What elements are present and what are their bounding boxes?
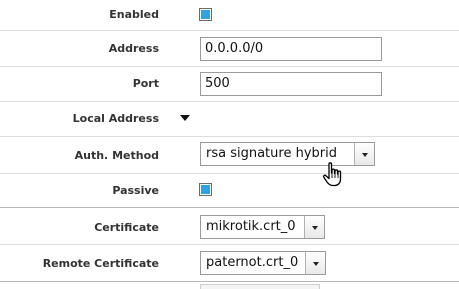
row-address: Address 0.0.0.0/0 — [0, 31, 459, 67]
auth-method-select[interactable]: rsa signature hybrid — [200, 142, 375, 166]
passive-label: Passive — [112, 184, 159, 197]
certificate-value: mikrotik.crt_0 — [206, 219, 296, 234]
local-address-label: Local Address — [72, 112, 159, 125]
remote-certificate-value: paternot.crt_0 — [206, 255, 299, 270]
chevron-down-icon — [313, 262, 319, 266]
address-input[interactable]: 0.0.0.0/0 — [200, 37, 382, 61]
row-enabled: Enabled — [0, 0, 459, 31]
next-field-partial — [200, 284, 320, 289]
port-label: Port — [132, 77, 159, 90]
auth-method-label: Auth. Method — [74, 149, 159, 162]
chevron-down-icon — [312, 226, 318, 230]
passive-checkbox[interactable] — [199, 183, 212, 196]
auth-method-dropdown-button[interactable] — [354, 143, 374, 165]
row-remote-certificate: Remote Certificate paternot.crt_0 — [0, 245, 459, 282]
hand-pointer-icon — [322, 162, 342, 187]
port-input[interactable]: 500 — [200, 72, 382, 96]
enabled-checkbox[interactable] — [199, 8, 212, 21]
chevron-down-icon — [362, 153, 368, 157]
certificate-select[interactable]: mikrotik.crt_0 — [200, 215, 325, 239]
remote-certificate-select[interactable]: paternot.crt_0 — [200, 251, 326, 275]
checkbox-check-icon — [201, 10, 210, 19]
enabled-label: Enabled — [109, 8, 159, 21]
certificate-label: Certificate — [94, 221, 159, 234]
row-passive: Passive — [0, 174, 459, 208]
row-local-address: Local Address — [0, 102, 459, 137]
row-certificate: Certificate mikrotik.crt_0 — [0, 208, 459, 245]
row-auth-method: Auth. Method rsa signature hybrid — [0, 137, 459, 174]
checkbox-check-icon — [201, 185, 210, 194]
remote-certificate-label: Remote Certificate — [42, 257, 159, 270]
expand-triangle-icon[interactable] — [180, 115, 190, 121]
remote-certificate-dropdown-button[interactable] — [305, 252, 325, 274]
row-port: Port 500 — [0, 67, 459, 102]
ipsec-peer-form: Enabled Address 0.0.0.0/0 Port 500 Local… — [0, 0, 459, 289]
address-label: Address — [108, 42, 159, 55]
certificate-dropdown-button[interactable] — [304, 216, 324, 238]
auth-method-value: rsa signature hybrid — [206, 146, 337, 161]
